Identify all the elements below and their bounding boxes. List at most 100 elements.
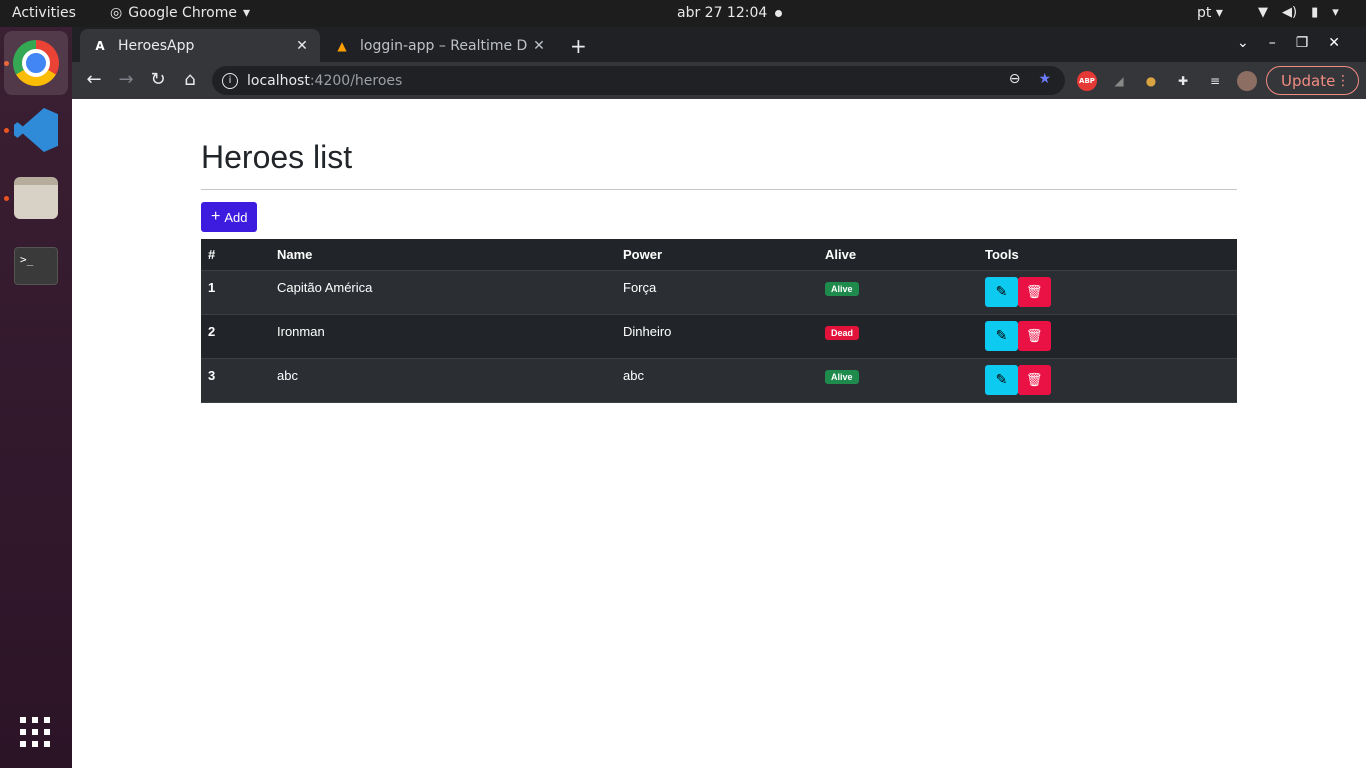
dock-chrome[interactable] [4, 31, 68, 95]
url-host: localhost [247, 72, 310, 89]
heroes-table: # Name Power Alive Tools 1 Capitão Améri… [201, 239, 1237, 403]
header-tools: Tools [978, 239, 1237, 271]
tab-bar: A HeroesApp ✕ ▲ loggin-app – Realtime Da… [72, 27, 1366, 62]
delete-button[interactable]: 🗑 [1017, 320, 1051, 351]
tab-title: HeroesApp [118, 37, 195, 54]
dock-vscode[interactable] [4, 98, 68, 162]
trash-icon: 🗑 [1025, 371, 1043, 387]
table-row: 2 Ironman Dinheiro Dead ✎ 🗑 [201, 314, 1237, 358]
browser-toolbar: ← → ↻ ⌂ i localhost:4200/heroes ⊖ ★ ABP … [72, 62, 1366, 99]
table-row: 1 Capitão América Força Alive ✎ 🗑 [201, 270, 1237, 314]
hero-power: Força [623, 279, 657, 295]
window-controls: ⌄ – ❐ ✕ [1237, 35, 1340, 51]
pencil-icon: ✎ [995, 283, 1008, 299]
activities-button[interactable]: Activities [12, 5, 76, 21]
pencil-icon: ✎ [995, 327, 1008, 343]
address-bar[interactable]: i localhost:4200/heroes ⊖ ★ [212, 66, 1065, 95]
content-container: Heroes list + Add # Name Power Alive Too… [201, 99, 1237, 402]
show-apps-icon[interactable] [20, 717, 50, 747]
back-icon[interactable]: ← [82, 69, 106, 90]
status-badge: Alive [825, 281, 859, 296]
cookie-icon[interactable]: ● [1141, 71, 1161, 91]
update-button[interactable]: Update ⋮ [1266, 66, 1359, 95]
adblock-icon[interactable]: ABP [1077, 71, 1097, 91]
volume-icon: ◀) [1282, 5, 1298, 20]
row-number: 3 [208, 367, 216, 383]
close-window-icon[interactable]: ✕ [1328, 35, 1340, 51]
tab-heroesapp[interactable]: A HeroesApp ✕ [80, 29, 320, 62]
caret-down-icon: ▾ [242, 5, 250, 21]
status-badge: Dead [825, 325, 860, 340]
pencil-icon: ✎ [995, 371, 1008, 387]
minimize-icon[interactable]: – [1269, 35, 1276, 51]
caret-down-icon: ▾ [1332, 5, 1339, 20]
zoom-icon[interactable]: ⊖ [1009, 71, 1021, 87]
files-icon [14, 177, 58, 219]
hero-name: Ironman [277, 323, 325, 339]
home-icon[interactable]: ⌂ [178, 69, 202, 90]
app-menu-label: Google Chrome [128, 5, 237, 21]
forward-icon[interactable]: → [114, 69, 138, 90]
header-name: Name [270, 239, 616, 271]
web-page: Heroes list + Add # Name Power Alive Too… [72, 99, 1366, 768]
wifi-icon: ▼ [1258, 5, 1268, 20]
chrome-icon [13, 40, 59, 86]
edit-button[interactable]: ✎ [985, 320, 1018, 351]
profile-avatar[interactable] [1237, 71, 1257, 91]
table-row: 3 abc abc Alive ✎ 🗑 [201, 358, 1237, 402]
vscode-icon [14, 108, 58, 152]
hero-name: abc [277, 367, 298, 383]
hero-power: abc [623, 367, 644, 383]
plus-icon: + [211, 208, 221, 225]
extensions-puzzle-icon[interactable]: ✚ [1173, 71, 1193, 91]
tab-search-icon[interactable]: ⌄ [1237, 35, 1249, 51]
update-label: Update [1281, 71, 1336, 90]
edit-button[interactable]: ✎ [985, 276, 1018, 307]
hero-power: Dinheiro [623, 323, 672, 339]
language-indicator[interactable]: pt ▾ [1197, 5, 1223, 21]
row-number: 1 [208, 279, 216, 295]
language-label: pt [1197, 5, 1212, 21]
dock: >_ [0, 27, 72, 768]
notification-dot-icon [775, 10, 782, 17]
signal-extension-icon[interactable]: ◢ [1109, 71, 1129, 91]
trash-icon: 🗑 [1025, 327, 1043, 343]
angular-favicon-icon: A [95, 38, 105, 53]
terminal-icon: >_ [14, 247, 58, 285]
close-tab-icon[interactable]: ✕ [527, 38, 551, 54]
header-alive: Alive [818, 239, 978, 271]
clock[interactable]: abr 27 12:04 [677, 5, 767, 21]
edit-button[interactable]: ✎ [985, 364, 1018, 395]
media-queue-icon[interactable]: ≡ [1205, 71, 1225, 91]
system-tray[interactable]: ▼ ◀) ▮ ▾ [1258, 5, 1339, 20]
header-power: Power [616, 239, 818, 271]
delete-button[interactable]: 🗑 [1017, 364, 1051, 395]
table-header-row: # Name Power Alive Tools [201, 239, 1237, 271]
app-menu[interactable]: ◎ Google Chrome ▾ [110, 5, 250, 21]
new-tab-icon[interactable]: + [570, 34, 587, 58]
header-number: # [201, 239, 270, 271]
page-title: Heroes list [201, 139, 353, 175]
url-path: :4200/heroes [309, 72, 403, 89]
status-badge: Alive [825, 369, 859, 384]
dock-terminal[interactable]: >_ [4, 234, 68, 298]
maximize-icon[interactable]: ❐ [1296, 35, 1309, 51]
tab-loggin-app[interactable]: ▲ loggin-app – Realtime Dat ✕ [322, 29, 557, 62]
firebase-favicon-icon: ▲ [337, 38, 347, 53]
system-top-bar: Activities ◎ Google Chrome ▾ abr 27 12:0… [0, 0, 1366, 27]
reload-icon[interactable]: ↻ [146, 69, 170, 90]
bookmark-star-icon[interactable]: ★ [1038, 71, 1051, 87]
hero-name: Capitão América [277, 279, 373, 295]
row-number: 2 [208, 323, 216, 339]
delete-button[interactable]: 🗑 [1017, 276, 1051, 307]
trash-icon: 🗑 [1025, 283, 1043, 299]
site-info-icon[interactable]: i [222, 72, 238, 89]
add-button-label: Add [224, 209, 248, 225]
title-divider [201, 189, 1237, 190]
dock-files[interactable] [4, 166, 68, 230]
tab-title: loggin-app – Realtime Dat [360, 37, 527, 54]
chrome-small-icon: ◎ [110, 5, 123, 21]
kebab-menu-icon: ⋮ [1336, 72, 1350, 89]
add-button[interactable]: + Add [201, 202, 258, 232]
close-tab-icon[interactable]: ✕ [290, 38, 314, 54]
